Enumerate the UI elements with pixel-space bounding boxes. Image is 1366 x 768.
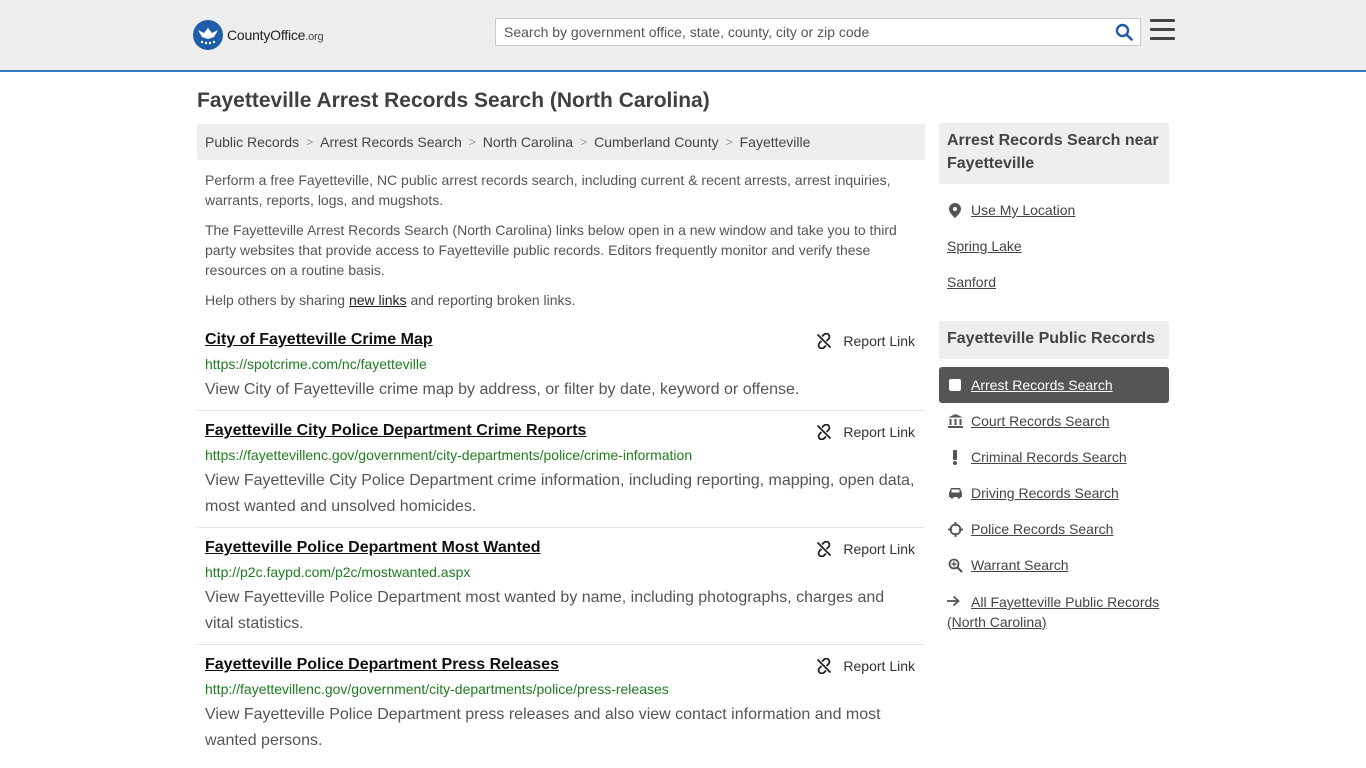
sidebar-all-public-records[interactable]: All Fayetteville Public Records (North C… — [947, 592, 1167, 632]
result-title-link[interactable]: City of Fayetteville Crime Map — [205, 331, 433, 349]
logo-text-main: CountyOffice — [227, 27, 306, 43]
sidebar-item-label: Police Records Search — [971, 521, 1114, 537]
sidebar-item-warrant-search[interactable]: Warrant Search — [947, 557, 1069, 573]
result-description: View Fayetteville City Police Department… — [205, 472, 915, 515]
breadcrumb-separator-icon: > — [468, 135, 476, 149]
sidebar-item-label: Driving Records Search — [971, 485, 1119, 501]
intro-paragraph-3: Help others by sharing new links and rep… — [205, 290, 917, 310]
hamburger-menu-icon[interactable] — [1150, 19, 1175, 41]
result-url: https://spotcrime.com/nc/fayetteville — [205, 356, 427, 372]
breadcrumb-fayetteville[interactable]: Fayetteville — [740, 134, 811, 150]
search-icon — [1115, 23, 1133, 41]
broken-link-icon — [817, 658, 832, 674]
report-link-label: Report Link — [843, 333, 915, 349]
report-link-button[interactable]: Report Link — [816, 424, 915, 440]
sidebar-item-court-records[interactable]: Court Records Search — [947, 413, 1110, 429]
result-item: Fayetteville City Police Department Crim… — [197, 422, 925, 528]
breadcrumb-public-records[interactable]: Public Records — [205, 134, 299, 150]
site-logo[interactable]: CountyOffice.org — [193, 20, 324, 50]
sidebar-item-label: Arrest Records Search — [971, 377, 1113, 393]
search-button[interactable] — [1112, 21, 1136, 43]
sidebar-item-arrest-records-search[interactable]: Arrest Records Search — [939, 367, 1169, 403]
logo-text: CountyOffice.org — [227, 27, 324, 43]
result-url: http://fayettevillenc.gov/government/cit… — [205, 681, 669, 697]
result-item: Fayetteville Police Department Press Rel… — [197, 656, 925, 760]
report-link-button[interactable]: Report Link — [816, 541, 915, 557]
page-title: Fayetteville Arrest Records Search (Nort… — [197, 89, 710, 112]
sidebar-near-sanford[interactable]: Sanford — [947, 274, 996, 290]
sidebar-near-spring-lake[interactable]: Spring Lake — [947, 238, 1022, 254]
intro-share-text: Help others by sharing — [205, 292, 349, 308]
courthouse-icon — [947, 413, 963, 429]
square-icon — [949, 379, 961, 391]
result-title-link[interactable]: Fayetteville Police Department Most Want… — [205, 539, 540, 557]
logo-text-tld: .org — [305, 31, 324, 43]
result-description: View Fayetteville Police Department most… — [205, 589, 885, 632]
search-box — [495, 18, 1141, 46]
breadcrumb-arrest-records-search[interactable]: Arrest Records Search — [320, 134, 462, 150]
crosshair-icon — [947, 521, 963, 537]
search-input[interactable] — [496, 19, 1106, 45]
sidebar-near-title: Arrest Records Search near Fayetteville — [939, 123, 1169, 184]
sidebar-use-my-location[interactable]: Use My Location — [947, 202, 1075, 218]
sidebar-use-my-location-label: Use My Location — [971, 202, 1076, 218]
breadcrumb-separator-icon: > — [306, 135, 314, 149]
sidebar-item-criminal-records[interactable]: Criminal Records Search — [947, 449, 1127, 465]
intro-paragraph-1: Perform a free Fayetteville, NC public a… — [205, 172, 891, 208]
result-url: http://p2c.faypd.com/p2c/mostwanted.aspx — [205, 564, 471, 580]
result-item: City of Fayetteville Crime Map Report Li… — [197, 331, 925, 411]
result-title-link[interactable]: Fayetteville Police Department Press Rel… — [205, 656, 559, 674]
breadcrumb-cumberland-county[interactable]: Cumberland County — [594, 134, 719, 150]
magnifier-plus-icon — [947, 557, 963, 573]
sidebar-item-label: Warrant Search — [971, 557, 1069, 573]
breadcrumb-separator-icon: > — [580, 135, 588, 149]
breadcrumb: Public Records > Arrest Records Search >… — [197, 124, 925, 160]
intro-paragraph-2: The Fayetteville Arrest Records Search (… — [205, 222, 897, 278]
result-description: View Fayetteville Police Department pres… — [205, 706, 881, 749]
report-link-label: Report Link — [843, 541, 915, 557]
breadcrumb-separator-icon: > — [725, 135, 733, 149]
sidebar-records-title: Fayetteville Public Records — [939, 321, 1169, 359]
sidebar-item-police-records[interactable]: Police Records Search — [947, 521, 1113, 537]
report-link-label: Report Link — [843, 658, 915, 674]
intro-report-text: and reporting broken links. — [406, 292, 576, 308]
location-pin-icon — [947, 202, 963, 218]
result-description: View City of Fayetteville crime map by a… — [205, 381, 800, 398]
result-url: https://fayettevillenc.gov/government/ci… — [205, 447, 693, 463]
exclamation-icon — [947, 449, 963, 465]
arrow-right-icon — [947, 592, 963, 612]
broken-link-icon — [817, 424, 832, 440]
sidebar-item-label: Criminal Records Search — [971, 449, 1127, 465]
logo-eagle-icon — [193, 20, 223, 50]
broken-link-icon — [817, 333, 832, 349]
result-title-link[interactable]: Fayetteville City Police Department Crim… — [205, 422, 586, 440]
sidebar-item-label: Court Records Search — [971, 413, 1110, 429]
broken-link-icon — [817, 541, 832, 557]
report-link-label: Report Link — [843, 424, 915, 440]
sidebar-all-records-label: All Fayetteville Public Records (North C… — [947, 594, 1160, 630]
report-link-button[interactable]: Report Link — [816, 333, 915, 349]
sidebar-item-driving-records[interactable]: Driving Records Search — [947, 485, 1119, 501]
car-icon — [947, 485, 963, 501]
breadcrumb-north-carolina[interactable]: North Carolina — [483, 134, 573, 150]
new-links-link[interactable]: new links — [349, 292, 407, 308]
report-link-button[interactable]: Report Link — [816, 658, 915, 674]
result-item: Fayetteville Police Department Most Want… — [197, 539, 925, 645]
site-header: CountyOffice.org — [0, 0, 1366, 72]
